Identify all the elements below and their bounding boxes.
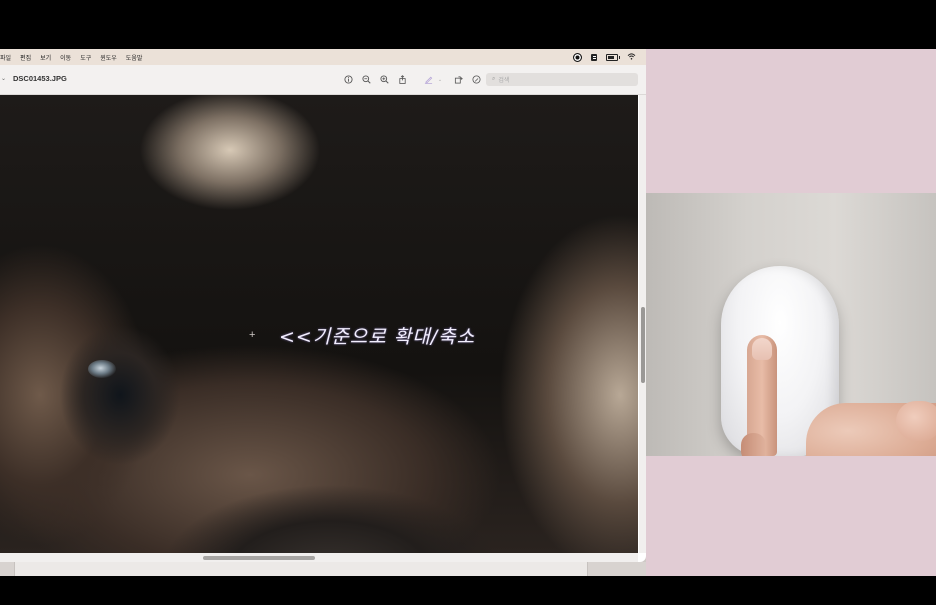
chevron-down-icon[interactable]: ⌄ xyxy=(436,74,444,86)
letterbox-top xyxy=(0,0,936,49)
menu-help[interactable]: 도움말 xyxy=(126,53,143,62)
horizontal-scrollbar[interactable] xyxy=(0,553,638,562)
menu-edit[interactable]: 편집 xyxy=(20,53,31,62)
status-area xyxy=(573,49,636,65)
vertical-scrollbar[interactable] xyxy=(639,95,646,553)
letterbox-bottom xyxy=(0,576,936,605)
mac-screen: 파일 편집 보기 이동 도구 윈도우 도움말 ⌄ DSC01453.JPG ⌄ … xyxy=(0,49,646,576)
screen-record-icon[interactable] xyxy=(573,52,582,62)
search-input[interactable]: ⌕ 검색 xyxy=(486,73,638,86)
info-icon[interactable] xyxy=(342,74,354,86)
menu-view[interactable]: 보기 xyxy=(40,53,51,62)
search-placeholder: 검색 xyxy=(498,78,510,84)
photo-detail xyxy=(88,360,116,378)
horizontal-scroll-thumb[interactable] xyxy=(203,555,315,560)
menu-items: 파일 편집 보기 이동 도구 윈도우 도움말 xyxy=(0,53,151,62)
menu-bar: 파일 편집 보기 이동 도구 윈도우 도움말 xyxy=(0,49,646,65)
zoom-in-icon[interactable] xyxy=(378,74,390,86)
menu-tools[interactable]: 도구 xyxy=(80,53,91,62)
markup-icon[interactable] xyxy=(470,74,482,86)
handwritten-annotation: <<기준으로 확대/축소 xyxy=(279,326,476,348)
vertical-scroll-thumb[interactable] xyxy=(640,307,645,383)
battery-icon[interactable] xyxy=(606,53,620,61)
pink-panel-bottom xyxy=(646,456,936,576)
window-toolbar: ⌄ DSC01453.JPG ⌄ ⌕ 검색 xyxy=(0,65,646,95)
fingernail xyxy=(752,338,772,360)
toolbar-tools: ⌄ xyxy=(342,73,488,86)
notes-icon[interactable] xyxy=(591,53,597,61)
finger-base xyxy=(741,433,766,456)
image-viewer[interactable]: + <<기준으로 확대/축소 xyxy=(0,95,638,553)
chevron-down-icon[interactable]: ⌄ xyxy=(1,75,6,82)
pink-panel-top xyxy=(646,49,936,193)
preview-window: ⌄ DSC01453.JPG ⌄ ⌕ 검색 + <<기준으로 확대/축소 xyxy=(0,65,646,562)
wifi-icon[interactable] xyxy=(627,52,636,62)
pen-icon[interactable] xyxy=(422,74,434,86)
search-icon: ⌕ xyxy=(492,76,496,82)
menu-file[interactable]: 파일 xyxy=(0,53,11,62)
hand-camera-view xyxy=(646,193,936,456)
background-window-strip xyxy=(0,562,646,576)
rotate-icon[interactable] xyxy=(452,74,464,86)
knuckle xyxy=(896,401,936,441)
menu-go[interactable]: 이동 xyxy=(60,53,71,62)
share-icon[interactable] xyxy=(396,74,408,86)
crosshair-icon: + xyxy=(249,329,256,341)
menu-window[interactable]: 윈도우 xyxy=(100,53,117,62)
document-title: DSC01453.JPG xyxy=(13,74,67,83)
background-window xyxy=(14,562,588,576)
zoom-out-icon[interactable] xyxy=(360,74,372,86)
